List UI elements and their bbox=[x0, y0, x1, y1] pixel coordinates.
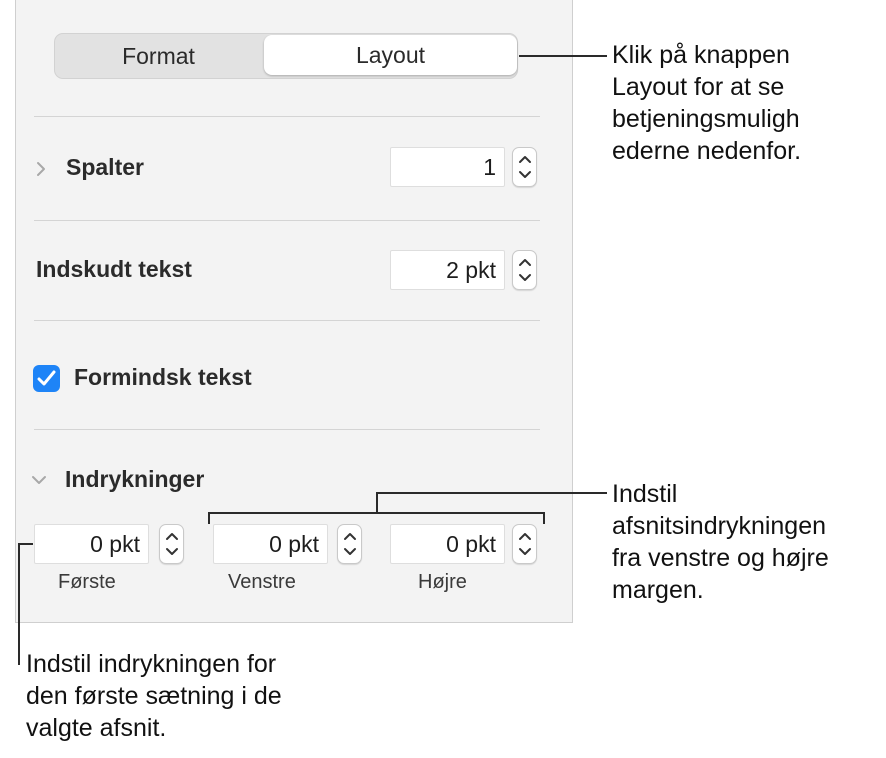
first-indent-field[interactable]: 0 pkt bbox=[34, 524, 149, 564]
chevron-down-icon[interactable] bbox=[518, 273, 532, 283]
callout-first-indent: Indstil indrykningen for den første sætn… bbox=[26, 648, 282, 744]
chevron-down-icon[interactable] bbox=[31, 474, 47, 486]
callout-first-line-1: Indstil indrykningen for bbox=[26, 650, 277, 678]
tab-format[interactable]: Format bbox=[55, 34, 262, 78]
callout-bracket-left bbox=[208, 512, 210, 524]
callout-first-line-2: den første sætning i de bbox=[26, 682, 282, 710]
chevron-down-icon[interactable] bbox=[518, 170, 532, 180]
right-indent-field[interactable]: 0 pkt bbox=[390, 524, 505, 564]
right-indent-stepper[interactable] bbox=[512, 524, 537, 564]
left-indent-field[interactable]: 0 pkt bbox=[213, 524, 328, 564]
tab-layout[interactable]: Layout bbox=[264, 35, 517, 75]
columns-field[interactable]: 1 bbox=[390, 147, 505, 187]
callout-bracket-stem bbox=[376, 492, 378, 513]
indents-label: Indrykninger bbox=[65, 466, 205, 492]
callout-layout-line-1: Klik på knappen bbox=[612, 41, 790, 69]
chevron-down-icon[interactable] bbox=[518, 547, 532, 557]
callout-leader-line bbox=[519, 55, 607, 57]
callout-margins-line-1: Indstil bbox=[612, 480, 678, 508]
chevron-down-icon[interactable] bbox=[343, 547, 357, 557]
chevron-up-icon[interactable] bbox=[518, 531, 532, 541]
format-layout-segmented-control: Format Layout bbox=[54, 33, 518, 79]
callout-margins-line-3: fra venstre og højre bbox=[612, 544, 829, 572]
callout-layout-line-2: Layout for at se bbox=[612, 73, 785, 101]
callout-first-line-3: valgte afsnit. bbox=[26, 714, 167, 742]
shrink-text-label: Formindsk tekst bbox=[74, 364, 252, 390]
left-indent-label: Venstre bbox=[228, 571, 296, 593]
divider bbox=[34, 116, 540, 117]
callout-margins-line-4: margen. bbox=[612, 576, 704, 604]
inset-field[interactable]: 2 pkt bbox=[390, 250, 505, 290]
checkmark-icon bbox=[37, 370, 56, 386]
divider bbox=[34, 220, 540, 221]
callout-leader-line bbox=[18, 543, 20, 665]
divider bbox=[34, 429, 540, 430]
callout-layout-line-4: ederne nedenfor. bbox=[612, 137, 802, 165]
callout-layout-line-3: betjeningsmuligh bbox=[612, 105, 800, 133]
chevron-up-icon[interactable] bbox=[518, 154, 532, 164]
callout-margins: Indstil afsnitsindrykningen fra venstre … bbox=[612, 478, 829, 606]
shrink-text-checkbox[interactable] bbox=[33, 365, 60, 392]
columns-stepper[interactable] bbox=[512, 147, 537, 187]
left-indent-stepper[interactable] bbox=[337, 524, 362, 564]
columns-label: Spalter bbox=[66, 154, 144, 180]
callout-leader-line bbox=[376, 492, 607, 494]
inset-label: Indskudt tekst bbox=[36, 256, 192, 282]
callout-bracket-right bbox=[543, 512, 545, 524]
inset-stepper[interactable] bbox=[512, 250, 537, 290]
chevron-down-icon[interactable] bbox=[165, 547, 179, 557]
callout-margins-line-2: afsnitsindrykningen bbox=[612, 512, 827, 540]
callout-tick bbox=[18, 543, 33, 545]
chevron-up-icon[interactable] bbox=[165, 531, 179, 541]
chevron-right-icon[interactable] bbox=[35, 161, 47, 177]
callout-layout: Klik på knappen Layout for at se betjeni… bbox=[612, 39, 801, 167]
first-indent-stepper[interactable] bbox=[159, 524, 184, 564]
right-indent-label: Højre bbox=[418, 571, 467, 593]
divider bbox=[34, 320, 540, 321]
chevron-up-icon[interactable] bbox=[343, 531, 357, 541]
first-indent-label: Første bbox=[58, 571, 116, 593]
chevron-up-icon[interactable] bbox=[518, 257, 532, 267]
